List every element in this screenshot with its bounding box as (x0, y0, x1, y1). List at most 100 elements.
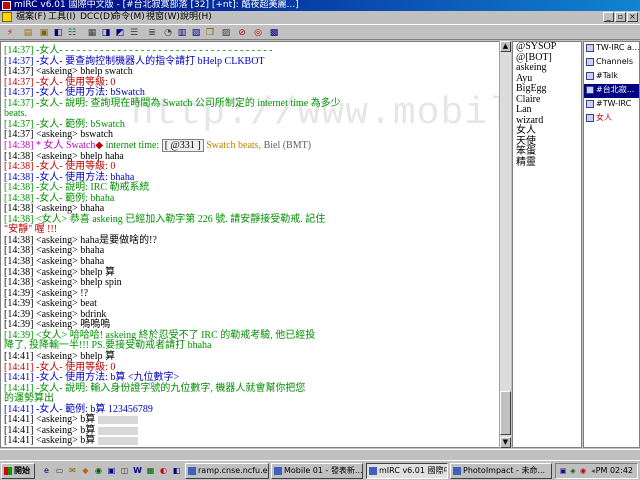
timer-icon[interactable]: ◔ (162, 27, 174, 39)
chat-line: [14:39] <askeing> beat (4, 298, 97, 309)
cascade-windows-icon[interactable]: ❐ (204, 27, 216, 39)
menu-dcc[interactable]: DCC(D) (80, 11, 113, 23)
tile-windows-icon[interactable]: ▧ (190, 27, 202, 39)
clock[interactable]: PM 02:42 (596, 464, 633, 478)
chat-scrollbar[interactable]: ▲ ▼ (499, 41, 511, 448)
chat-line: [14:38] <askeing> bhaha (4, 245, 104, 256)
menu-tools[interactable]: 工具(I) (48, 11, 76, 23)
task-label: ramp.cnse.ncfu.edu.tw... (198, 466, 268, 475)
tray-app-icon[interactable]: ◈ (569, 467, 577, 475)
redacted-number (98, 437, 139, 446)
treebar-item[interactable]: Channels (584, 56, 639, 70)
colors-icon[interactable]: ▦ (86, 27, 98, 39)
arrange-icon[interactable]: ▨ (220, 27, 232, 39)
scroll-thumb[interactable] (500, 391, 511, 435)
channel-icon (586, 100, 594, 108)
quicklaunch-app2-icon[interactable]: ◉ (93, 465, 104, 476)
chat-line-text: [14:39] <askeing> !? (4, 287, 89, 299)
dcc-send-icon[interactable]: ◨ (100, 27, 112, 39)
scroll-up-icon[interactable]: ▲ (500, 41, 511, 52)
help-lifebuoy-icon[interactable]: ◎ (252, 27, 264, 39)
nick-item[interactable]: @SYSOP (513, 42, 581, 53)
outlook-icon[interactable]: ✉ (67, 465, 78, 476)
menu-file[interactable]: 檔案(F) (16, 11, 46, 23)
scripts-editor-icon[interactable]: ◧ (52, 27, 64, 39)
notify-list-icon[interactable]: ☰ (128, 27, 140, 39)
url-list-icon[interactable]: ≣ (146, 27, 158, 39)
treebar-item-label: Channels (596, 57, 634, 66)
task-app-icon (369, 467, 377, 475)
connect-icon[interactable]: ⚡ (4, 27, 16, 39)
chat-line-text: [14:38] <askeing> haha是要做啥的!? (4, 234, 157, 246)
chat-line: beats. (4, 108, 27, 119)
about-icon[interactable]: ▩ (268, 27, 280, 39)
menu-window[interactable]: 視窗(W) (146, 11, 180, 23)
scroll-down-icon[interactable]: ▼ (500, 437, 511, 448)
menu-commands[interactable]: 命令(M) (112, 11, 145, 23)
chat-line-text: [14:41] <askeing> b算 (4, 414, 96, 426)
log-files-icon[interactable]: ▥ (176, 27, 188, 39)
quicklaunch-app4-icon[interactable]: ◫ (119, 465, 130, 476)
treebar-item[interactable]: #TW-IRC (584, 98, 639, 112)
treebar-item[interactable]: #台北寂... (584, 84, 639, 98)
minimize-icon[interactable]: _ (603, 12, 614, 22)
taskbar-button[interactable]: mIRC v6.01 國際中... (366, 463, 448, 479)
ie-icon[interactable]: e (41, 465, 52, 476)
chat-line: [14:38] <askeing> bhaha (4, 203, 104, 214)
task-app-icon (453, 467, 461, 475)
task-label: PhotoImpact - 未命... (463, 466, 546, 475)
taskbar-button[interactable]: ramp.cnse.ncfu.edu.tw... (185, 463, 269, 479)
no-icon[interactable]: ⊘ (236, 27, 248, 39)
swatch-icon: ◆ (95, 139, 104, 151)
quicklaunch-app5-icon[interactable]: ◐ (158, 465, 169, 476)
chat-log[interactable]: http://www.mobile01.com [14:37] -女人- - -… (0, 41, 511, 448)
nick-list[interactable]: @SYSOP @[BOT] askeing Ayu BigEgg Claire Lan wiz… (512, 41, 582, 448)
redacted-number (98, 426, 139, 435)
chat-line: [14:41] <askeing> bhelp 算 (4, 351, 115, 362)
chat-line: [14:41] -女人- 使用方法: b算 <九位數字> (4, 372, 179, 383)
taskbar-button[interactable]: Mobile 01 - 發表新... (271, 463, 363, 479)
dcc-chat-icon[interactable]: ◩ (114, 27, 126, 39)
nick-item[interactable]: 笨蛋 (513, 146, 581, 158)
chat-line: [14:38] -女人- 使用等級: 0 (4, 161, 115, 172)
chat-line-text: "安靜" 喔 !!! (4, 224, 58, 236)
treebar-item-label: 女人 (596, 113, 612, 122)
nick-item[interactable]: BigEgg (513, 83, 581, 95)
chat-line: [14:38] -女人- 使用方法: bhaha (4, 172, 134, 183)
treebar-item[interactable]: #Talk (584, 70, 639, 84)
treebar[interactable]: TW-IRC a... Channels #Talk #台北寂... #TW-IRC 女人 (583, 41, 640, 448)
start-button[interactable]: 開始 (1, 463, 35, 479)
address-book-icon[interactable]: ☷ (66, 27, 78, 39)
chat-line: [14:41] -女人- 說明: 輸入身份證字號的九位數字, 機器人就會幫你把您 (4, 383, 305, 394)
taskbar-button[interactable]: PhotoImpact - 未命... (450, 463, 552, 479)
chat-line: [14:37] -女人- - - - - - - - - - - - - - -… (4, 45, 272, 56)
chat-line-text: [14:37] -女人- 使用方法: bSwatch (4, 87, 145, 99)
quicklaunch-app6-icon[interactable]: ◧ (171, 465, 182, 476)
task-app-icon (274, 467, 282, 475)
restore-icon[interactable]: ▫ (615, 12, 626, 22)
close-icon[interactable]: × (627, 12, 638, 22)
menu-help[interactable]: 說明(H) (180, 11, 212, 23)
chat-line-text: [14:41] -女人- 使用方法: b算 <九位數字> (4, 372, 180, 384)
nick-item[interactable]: 精靈 (513, 157, 581, 169)
tray-network-icon[interactable]: ▣ (559, 467, 567, 475)
channels-list-icon (586, 58, 594, 66)
chat-line: [14:38] <askeing> haha是要做啥的!? (4, 235, 157, 246)
excel-icon[interactable]: ▦ (145, 465, 156, 476)
nick-item[interactable]: 女人 (513, 125, 581, 137)
quicklaunch-app-icon[interactable]: ◆ (80, 465, 91, 476)
tray-antivirus-icon[interactable]: ◉ (579, 467, 587, 475)
options-icon[interactable]: ▤ (22, 27, 34, 39)
nick-item[interactable]: Lan (513, 104, 581, 116)
swatch-unit: Swatch beats, (203, 139, 262, 151)
nick-item[interactable]: askeing (513, 62, 581, 74)
treebar-item[interactable]: 女人 (584, 112, 639, 126)
system-menu-icon[interactable] (2, 12, 12, 22)
desktop-icon[interactable]: ▭ (54, 465, 65, 476)
treebar-item[interactable]: TW-IRC a... (584, 42, 639, 56)
swatch-beats: [ @331 ] (161, 138, 204, 152)
quicklaunch-app3-icon[interactable]: ▣ (106, 465, 117, 476)
word-icon[interactable]: W (132, 465, 143, 476)
channels-folder-icon[interactable]: ▣ (38, 27, 50, 39)
chat-line-text: [14:38] -女人- 使用等級: 0 (4, 161, 116, 173)
